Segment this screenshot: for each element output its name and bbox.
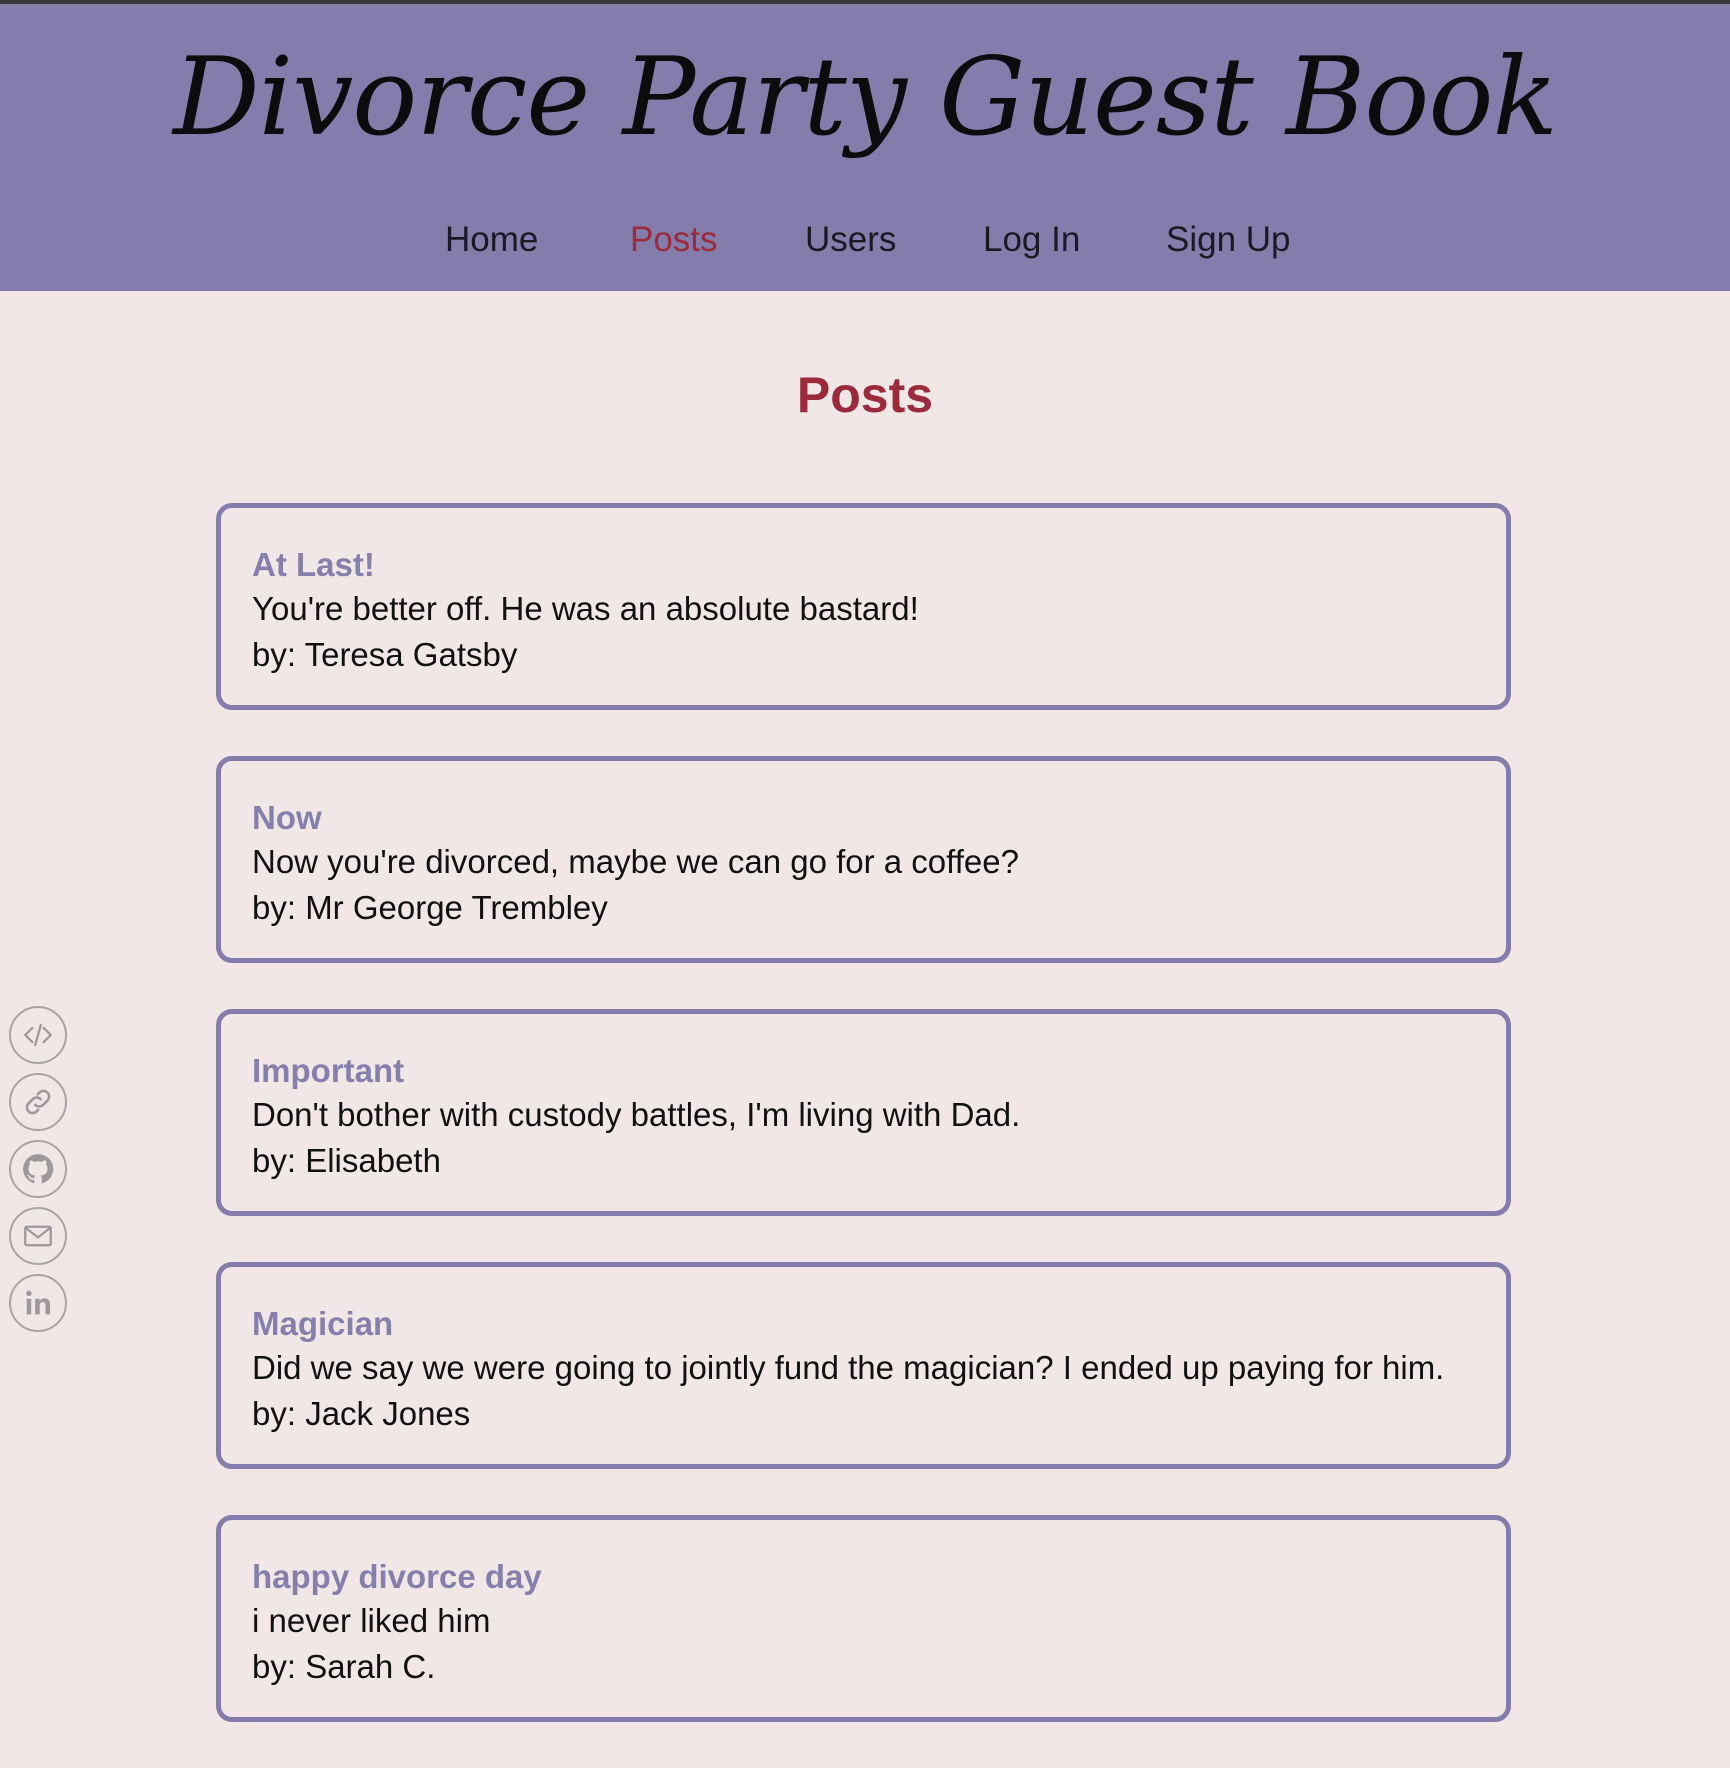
- nav-users-link[interactable]: Users: [805, 212, 896, 268]
- post-card: Now Now you're divorced, maybe we can go…: [216, 756, 1511, 963]
- post-card: Magician Did we say we were going to joi…: [216, 1262, 1511, 1469]
- linkedin-icon[interactable]: [9, 1274, 67, 1332]
- post-card: At Last! You're better off. He was an ab…: [216, 503, 1511, 710]
- page-title: Posts: [796, 367, 934, 423]
- nav-home-link[interactable]: Home: [445, 212, 538, 268]
- post-body: Did we say we were going to jointly fund…: [252, 1349, 1445, 1386]
- posts-list: At Last! You're better off. He was an ab…: [216, 503, 1511, 1768]
- post-title: Now: [252, 799, 322, 836]
- post-author: by: Teresa Gatsby: [252, 636, 518, 673]
- post-author: by: Mr George Trembley: [252, 889, 608, 926]
- link-icon[interactable]: [9, 1073, 67, 1131]
- main-nav: Home Posts Users Log In Sign Up: [0, 212, 1730, 268]
- post-author: by: Sarah C.: [252, 1648, 436, 1685]
- post-author: by: Jack Jones: [252, 1395, 471, 1432]
- post-card: happy divorce day i never liked him by: …: [216, 1515, 1511, 1722]
- site-title: Divorce Party Guest Book: [173, 35, 1558, 160]
- post-body: i never liked him: [252, 1602, 491, 1639]
- post-body: Don't bother with custody battles, I'm l…: [252, 1096, 1021, 1133]
- post-title: At Last!: [252, 546, 375, 583]
- nav-signup-link[interactable]: Sign Up: [1166, 212, 1291, 268]
- post-title: Important: [252, 1052, 405, 1089]
- nav-posts-link[interactable]: Posts: [630, 212, 718, 268]
- mail-icon[interactable]: [9, 1207, 67, 1265]
- post-body: You're better off. He was an absolute ba…: [252, 590, 919, 627]
- post-title: Magician: [252, 1305, 394, 1342]
- nav-login-link[interactable]: Log In: [983, 212, 1080, 268]
- social-links-bar: [9, 1006, 67, 1341]
- site-header: Divorce Party Guest Book Home Posts User…: [0, 4, 1730, 291]
- post-author: by: Elisabeth: [252, 1142, 441, 1179]
- post-card: Important Don't bother with custody batt…: [216, 1009, 1511, 1216]
- post-title: happy divorce day: [252, 1558, 542, 1595]
- github-icon[interactable]: [9, 1140, 67, 1198]
- code-icon[interactable]: [9, 1006, 67, 1064]
- post-body: Now you're divorced, maybe we can go for…: [252, 843, 1019, 880]
